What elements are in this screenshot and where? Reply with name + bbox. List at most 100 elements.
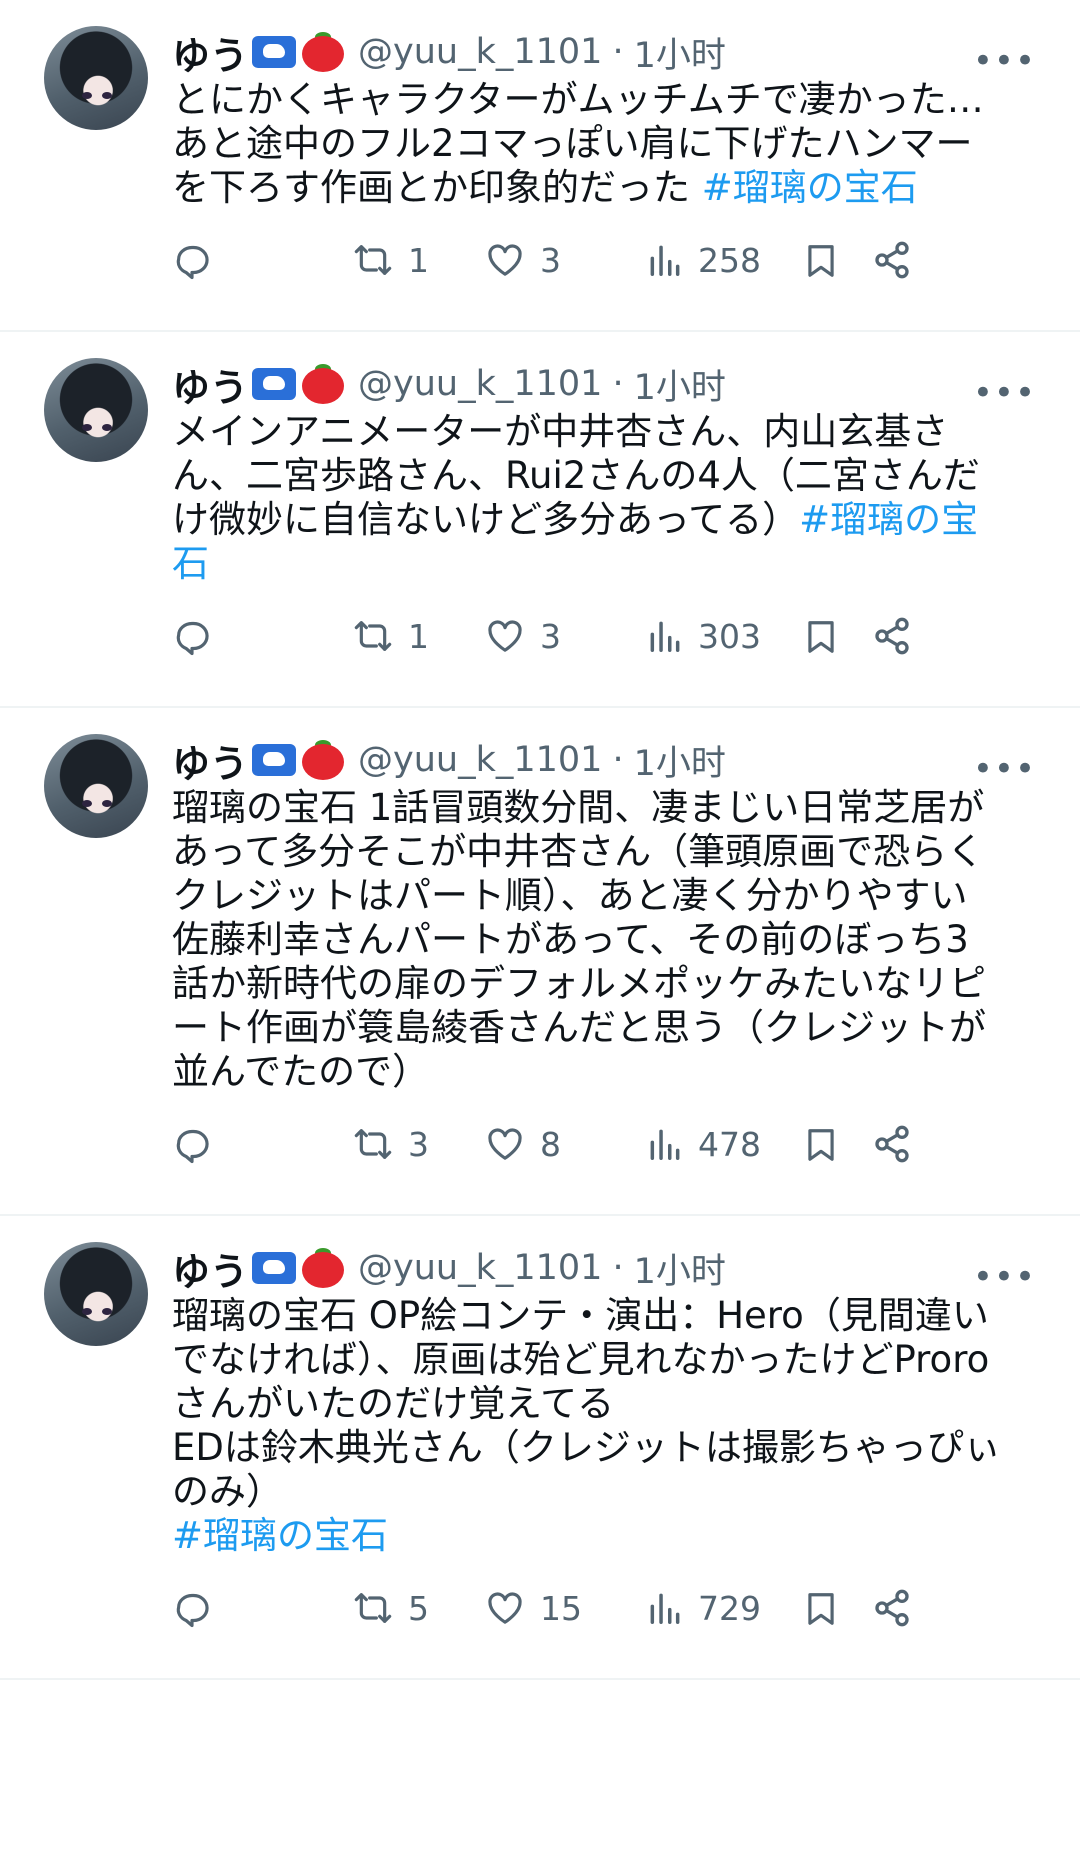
view-count: 258: [698, 240, 761, 280]
tomato-emoji-icon: [302, 32, 346, 72]
bookmark-button[interactable]: [802, 240, 840, 282]
tweet-text: 瑠璃の宝石 1話冒頭数分間、凄まじい日常芝居が あって多分そこが中井杏さん（筆頭…: [172, 786, 1052, 1094]
share-button[interactable]: [872, 616, 912, 656]
avatar[interactable]: [44, 358, 148, 462]
tweet-header: ゆう @yuu_k_1101 · 1小时: [172, 26, 1060, 78]
tweet[interactable]: ••• ゆう @yuu_k_1101 · 1小时 瑠璃の宝石 OP絵コンテ・演出…: [0, 1216, 1080, 1680]
reply-button[interactable]: [172, 240, 212, 280]
tweet-header: ゆう @yuu_k_1101 · 1小时: [172, 358, 1060, 410]
tweet[interactable]: ••• ゆう @yuu_k_1101 · 1小时 とにかくキャラクターがムッチム…: [0, 0, 1080, 332]
tweet[interactable]: ••• ゆう @yuu_k_1101 · 1小时 メインアニメーターが中井杏さん…: [0, 332, 1080, 708]
reply-button[interactable]: [172, 1124, 212, 1164]
tweet[interactable]: ••• ゆう @yuu_k_1101 · 1小时 瑠璃の宝石 1話冒頭数分間、凄…: [0, 708, 1080, 1216]
speech-bubble-icon: [176, 621, 209, 656]
bookmark-button[interactable]: [802, 616, 840, 658]
user-handle[interactable]: @yuu_k_1101: [358, 1248, 602, 1288]
share-button[interactable]: [872, 240, 912, 280]
bar-chart-icon: [650, 245, 680, 276]
view-count: 478: [698, 1124, 761, 1164]
more-options-icon[interactable]: •••: [973, 1260, 1036, 1294]
share-nodes-icon: [875, 617, 909, 655]
reply-button[interactable]: [172, 1588, 212, 1628]
more-options-icon[interactable]: •••: [973, 752, 1036, 786]
bookmark-button[interactable]: [802, 1588, 840, 1630]
tweet-content: ゆう @yuu_k_1101 · 1小时 瑠璃の宝石 OP絵コンテ・演出：Her…: [172, 1242, 1060, 1678]
tweet-text: メインアニメーターが中井杏さん、内山玄基さ ん、二宮歩路さん、Rui2さんの4人…: [172, 410, 1052, 586]
views-button[interactable]: 478: [646, 1124, 761, 1164]
tweet-body: 瑠璃の宝石 1話冒頭数分間、凄まじい日常芝居が あって多分そこが中井杏さん（筆頭…: [172, 786, 986, 1093]
like-count: 8: [540, 1124, 561, 1164]
bookmark-icon: [808, 1129, 834, 1161]
avatar-eye: [102, 800, 112, 807]
retweet-count: 1: [408, 240, 429, 280]
tweet-feed: ••• ゆう @yuu_k_1101 · 1小时 とにかくキャラクターがムッチム…: [0, 0, 1080, 1680]
heart-icon: [488, 244, 522, 276]
retweet-count: 1: [408, 616, 429, 656]
avatar-eye: [102, 92, 112, 99]
speech-bubble-icon: [176, 245, 209, 280]
tweet-body: 瑠璃の宝石 OP絵コンテ・演出：Hero（見間違い でなければ）、原画は殆ど見れ…: [172, 1294, 1001, 1513]
action-bar: 5 15 729: [172, 1558, 1060, 1678]
bookmark-icon: [808, 245, 834, 277]
display-name[interactable]: ゆう: [172, 733, 248, 788]
heart-icon: [488, 620, 522, 652]
more-options-icon[interactable]: •••: [973, 376, 1036, 410]
separator-dot: ·: [612, 1248, 624, 1288]
timestamp[interactable]: 1小时: [634, 1243, 726, 1294]
share-nodes-icon: [875, 1125, 909, 1163]
user-handle[interactable]: @yuu_k_1101: [358, 364, 602, 404]
bookmark-button[interactable]: [802, 1124, 840, 1166]
action-bar: 1 3 258: [172, 210, 1060, 330]
hashtag-link[interactable]: #瑠璃の宝石: [702, 166, 918, 209]
reply-button[interactable]: [172, 616, 212, 656]
share-button[interactable]: [872, 1588, 912, 1628]
views-button[interactable]: 258: [646, 240, 761, 280]
profile-badge-icon: [252, 744, 297, 776]
timestamp[interactable]: 1小时: [634, 359, 726, 410]
share-nodes-icon: [875, 241, 909, 279]
like-count: 15: [540, 1588, 582, 1628]
views-button[interactable]: 729: [646, 1588, 761, 1628]
avatar[interactable]: [44, 734, 148, 838]
display-name[interactable]: ゆう: [172, 25, 248, 80]
bar-chart-icon: [650, 1129, 680, 1160]
retweet-button[interactable]: 5: [352, 1588, 429, 1628]
share-button[interactable]: [872, 1124, 912, 1164]
retweet-button[interactable]: 1: [352, 616, 429, 656]
tweet-content: ゆう @yuu_k_1101 · 1小时 瑠璃の宝石 1話冒頭数分間、凄まじい日…: [172, 734, 1060, 1214]
avatar[interactable]: [44, 26, 148, 130]
like-button[interactable]: 3: [484, 616, 561, 656]
retweet-button[interactable]: 1: [352, 240, 429, 280]
like-count: 3: [540, 616, 561, 656]
tweet-text: 瑠璃の宝石 OP絵コンテ・演出：Hero（見間違い でなければ）、原画は殆ど見れ…: [172, 1294, 1052, 1558]
views-button[interactable]: 303: [646, 616, 761, 656]
view-count: 303: [698, 616, 761, 656]
like-button[interactable]: 15: [484, 1588, 582, 1628]
tomato-emoji-icon: [302, 364, 346, 404]
timestamp[interactable]: 1小时: [634, 27, 726, 78]
avatar-eye: [82, 800, 92, 807]
more-options-icon[interactable]: •••: [973, 44, 1036, 78]
tweet-content: ゆう @yuu_k_1101 · 1小时 とにかくキャラクターがムッチムチで凄か…: [172, 26, 1060, 330]
display-name[interactable]: ゆう: [172, 1241, 248, 1296]
share-nodes-icon: [875, 1589, 909, 1627]
separator-dot: ·: [612, 364, 624, 404]
profile-badge-icon: [252, 368, 297, 400]
like-button[interactable]: 8: [484, 1124, 561, 1164]
like-count: 3: [540, 240, 561, 280]
profile-badge-icon: [252, 1252, 297, 1284]
speech-bubble-icon: [176, 1129, 209, 1164]
retweet-button[interactable]: 3: [352, 1124, 429, 1164]
action-bar: 1 3 303: [172, 586, 1060, 706]
tweet-header: ゆう @yuu_k_1101 · 1小时: [172, 734, 1060, 786]
repost-arrows-icon: [354, 621, 392, 651]
tweet-text: とにかくキャラクターがムッチムチで凄かった… あと途中のフル2コマっぽい肩に下げ…: [172, 78, 1052, 210]
user-handle[interactable]: @yuu_k_1101: [358, 32, 602, 72]
like-button[interactable]: 3: [484, 240, 561, 280]
avatar[interactable]: [44, 1242, 148, 1346]
repost-arrows-icon: [354, 1593, 392, 1623]
user-handle[interactable]: @yuu_k_1101: [358, 740, 602, 780]
timestamp[interactable]: 1小时: [634, 735, 726, 786]
display-name[interactable]: ゆう: [172, 357, 248, 412]
hashtag-link[interactable]: #瑠璃の宝石: [172, 1514, 388, 1557]
